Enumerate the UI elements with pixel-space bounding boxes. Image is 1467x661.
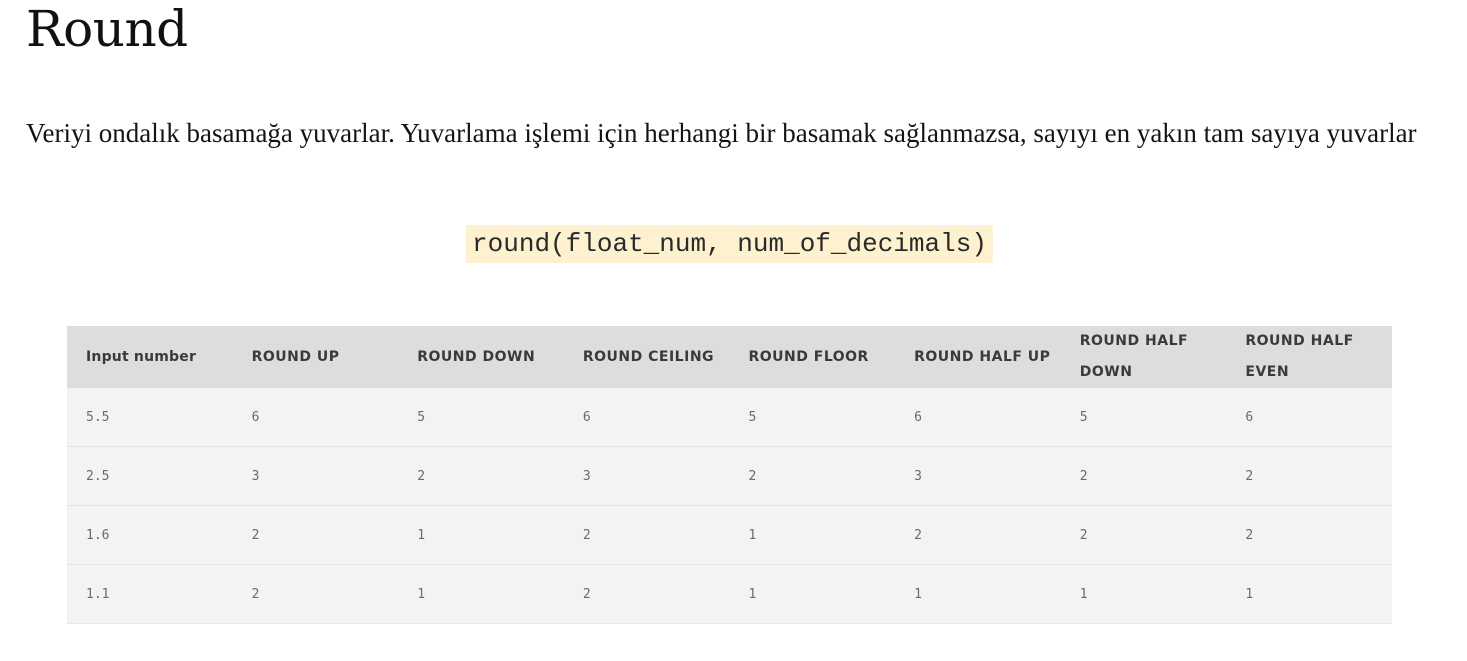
header-round-ceiling: ROUND CEILING — [563, 326, 730, 388]
table-header: Input number ROUND UP ROUND DOWN ROUND C… — [67, 326, 1392, 388]
table-row: 2.5 3 2 3 2 3 2 2 — [67, 446, 1392, 506]
table-cell: 1.6 — [67, 505, 233, 565]
table-cell: 2 — [563, 564, 730, 624]
table-cell: 1 — [398, 564, 564, 624]
table-cell: 2 — [1060, 505, 1227, 565]
table-cell: 1 — [895, 564, 1061, 624]
table-cell: 2 — [1226, 505, 1392, 565]
table-cell: 5 — [729, 388, 896, 447]
table-cell: 1 — [729, 505, 896, 565]
page-title: Round — [26, 0, 188, 58]
table-body: 5.5 6 5 6 5 6 5 6 2.5 3 2 3 2 3 2 2 1.6 — [67, 388, 1392, 624]
table-cell: 2 — [1060, 446, 1227, 506]
table-row: 1.6 2 1 2 1 2 2 2 — [67, 505, 1392, 565]
table-cell: 2 — [398, 446, 564, 506]
description-paragraph: Veriyi ondalık basamağa yuvarlar. Yuvarl… — [26, 118, 1417, 148]
table-row: 1.1 2 1 2 1 1 1 1 — [67, 564, 1392, 624]
table-header-row: Input number ROUND UP ROUND DOWN ROUND C… — [67, 326, 1392, 388]
header-round-up: ROUND UP — [232, 326, 399, 388]
table-cell: 2 — [232, 505, 399, 565]
table-cell: 3 — [232, 446, 399, 506]
table-cell: 2.5 — [67, 446, 233, 506]
table-cell: 2 — [563, 505, 730, 565]
table-cell: 2 — [1226, 446, 1392, 506]
table-cell: 1 — [1226, 564, 1392, 624]
header-input-number: Input number — [67, 326, 233, 388]
table-cell: 2 — [895, 505, 1061, 565]
table-cell: 2 — [232, 564, 399, 624]
header-round-half-even: ROUND HALF EVEN — [1226, 326, 1392, 388]
table-cell: 3 — [895, 446, 1061, 506]
header-round-half-down: ROUND HALF DOWN — [1060, 326, 1227, 388]
code-snippet: round(float_num, num_of_decimals) — [466, 225, 993, 263]
table-cell: 6 — [563, 388, 730, 447]
table-cell: 5 — [1060, 388, 1227, 447]
header-round-floor: ROUND FLOOR — [729, 326, 896, 388]
table-cell: 5 — [398, 388, 564, 447]
table-cell: 1 — [729, 564, 896, 624]
table-cell: 1.1 — [67, 564, 233, 624]
table-cell: 2 — [729, 446, 896, 506]
table-cell: 5.5 — [67, 388, 233, 447]
header-round-half-up: ROUND HALF UP — [895, 326, 1061, 388]
table-cell: 1 — [398, 505, 564, 565]
table-row: 5.5 6 5 6 5 6 5 6 — [67, 388, 1392, 447]
header-round-down: ROUND DOWN — [398, 326, 564, 388]
table-cell: 1 — [1060, 564, 1227, 624]
document-page: Round Veriyi ondalık basamağa yuvarlar. … — [0, 0, 1467, 661]
table-cell: 6 — [895, 388, 1061, 447]
table-cell: 6 — [232, 388, 399, 447]
rounding-table: Input number ROUND UP ROUND DOWN ROUND C… — [67, 326, 1392, 624]
table-cell: 6 — [1226, 388, 1392, 447]
code-block: round(float_num, num_of_decimals) — [0, 225, 1459, 263]
table-cell: 3 — [563, 446, 730, 506]
